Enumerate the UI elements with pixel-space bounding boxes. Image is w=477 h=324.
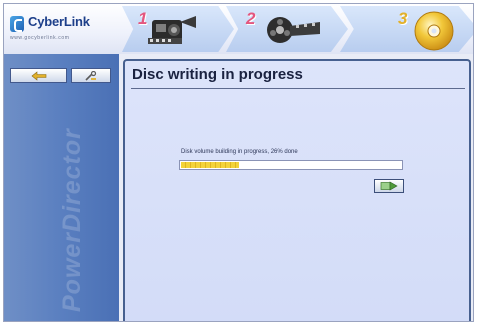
brand-url: www.gocyberlink.com bbox=[10, 35, 70, 41]
go-arrow-icon bbox=[380, 181, 398, 191]
step-1-arrow[interactable]: 1 bbox=[122, 6, 234, 52]
progress-bar-fill bbox=[181, 162, 239, 168]
back-arrow-icon bbox=[31, 70, 46, 81]
brand-name: CyberLink bbox=[28, 14, 90, 29]
step-3-arrow[interactable]: 3 bbox=[340, 6, 473, 52]
main-panel: Disc writing in progress Disk volume bui… bbox=[123, 59, 471, 321]
product-watermark: PowerDirector bbox=[58, 128, 86, 312]
step-3-number: 3 bbox=[398, 9, 408, 28]
sidebar: PowerDirector bbox=[4, 54, 119, 321]
go-button[interactable] bbox=[374, 179, 404, 193]
tools-button[interactable] bbox=[71, 68, 111, 83]
step-2-number: 2 bbox=[246, 9, 256, 28]
header-bar: CyberLink www.gocyberlink.com 1 2 3 bbox=[4, 4, 473, 54]
progress-bar bbox=[179, 160, 403, 170]
title-divider bbox=[131, 88, 465, 89]
app-window: CyberLink www.gocyberlink.com 1 2 3 Powe… bbox=[3, 3, 474, 322]
back-button[interactable] bbox=[10, 68, 67, 83]
tools-icon bbox=[85, 70, 97, 81]
page-title: Disc writing in progress bbox=[132, 66, 303, 83]
film-reel-icon bbox=[267, 17, 320, 43]
film-capture-icon bbox=[148, 16, 196, 44]
step-2-arrow[interactable]: 2 bbox=[226, 6, 348, 52]
cyberlink-logo-icon bbox=[10, 16, 24, 32]
brand-logo: CyberLink www.gocyberlink.com bbox=[10, 14, 116, 46]
disc-icon bbox=[414, 11, 454, 51]
progress-status-text: Disk volume building in progress, 26% do… bbox=[181, 149, 298, 155]
